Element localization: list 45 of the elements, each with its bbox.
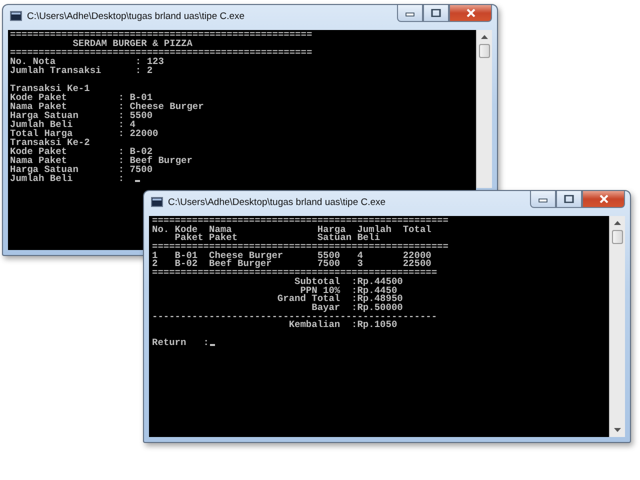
- scrollbar[interactable]: [609, 216, 625, 437]
- maximize-icon[interactable]: [564, 195, 574, 203]
- console-line: Subtotal :Rp.44500: [294, 278, 403, 287]
- close-icon[interactable]: [466, 9, 476, 17]
- window-title: C:\Users\Adhe\Desktop\tugas brland uas\tipe C.exe: [168, 196, 387, 208]
- console-line: PPN 10% :Rp.4450: [300, 286, 398, 296]
- console-line: No. Nota : 123: [10, 57, 164, 66]
- console-line: No. Kode Nama Harga Jumlah Total: [152, 226, 432, 234]
- console-line: Grand Total :Rp.48950: [276, 295, 403, 304]
- scroll-up-icon[interactable]: [613, 220, 622, 226]
- separator-line: ==================================================: [152, 269, 438, 278]
- separator-line: --------------------------------------------------: [152, 312, 438, 322]
- separator-line: =====================================================: [10, 48, 312, 57]
- separator-line: ====================================================: [152, 217, 448, 226]
- separator-line: ====================================================: [152, 243, 448, 252]
- scroll-thumb[interactable]: [479, 44, 490, 58]
- console-line: Jumlah Beli : 4: [10, 120, 136, 129]
- close-icon[interactable]: [598, 195, 608, 203]
- console-line: Paket Paket Satuan Beli: [174, 234, 380, 244]
- scroll-up-icon[interactable]: [480, 34, 489, 40]
- console-line: Harga Satuan : 5500: [10, 110, 153, 120]
- console-line: Total Harga : 22000: [10, 128, 158, 138]
- console-line: Bayar :Rp.50000: [310, 304, 403, 313]
- console-icon: [151, 197, 163, 207]
- console-line: Nama Paket : Beef Burger: [10, 156, 192, 165]
- console-line: Kode Paket : B-02: [10, 146, 153, 156]
- console-line: Kode Paket : B-01: [10, 92, 153, 102]
- console-line: Jumlah Transaksi : 2: [10, 66, 153, 75]
- console-line: Harga Satuan : 7500: [10, 164, 153, 174]
- window-title: C:\Users\Adhe\Desktop\tugas brland uas\tipe C.exe: [27, 10, 246, 22]
- console-icon: [10, 11, 22, 21]
- console-line: Transaksi Ke-2: [10, 138, 90, 147]
- maximize-icon[interactable]: [431, 9, 441, 17]
- scroll-thumb[interactable]: [612, 230, 623, 244]
- console-line: 1 B-01 Cheese Burger 5500 4 22000: [152, 252, 432, 260]
- separator-line: =====================================================: [10, 30, 312, 39]
- console-line: Kembalian :Rp.1050: [288, 321, 398, 330]
- console-line: Transaksi Ke-1: [10, 84, 90, 93]
- console-line: Nama Paket : Cheese Burger: [10, 102, 204, 111]
- console-line: 2 B-02 Beef Burger 7500 3 22500: [152, 260, 432, 270]
- console-line: Jumlah Beli :: [10, 174, 126, 183]
- scrollbar[interactable]: [476, 30, 492, 188]
- scroll-down-icon[interactable]: [613, 427, 622, 433]
- console-line: SERDAM BURGER & PIZZA: [72, 39, 192, 48]
- console-line: Return :: [152, 338, 210, 348]
